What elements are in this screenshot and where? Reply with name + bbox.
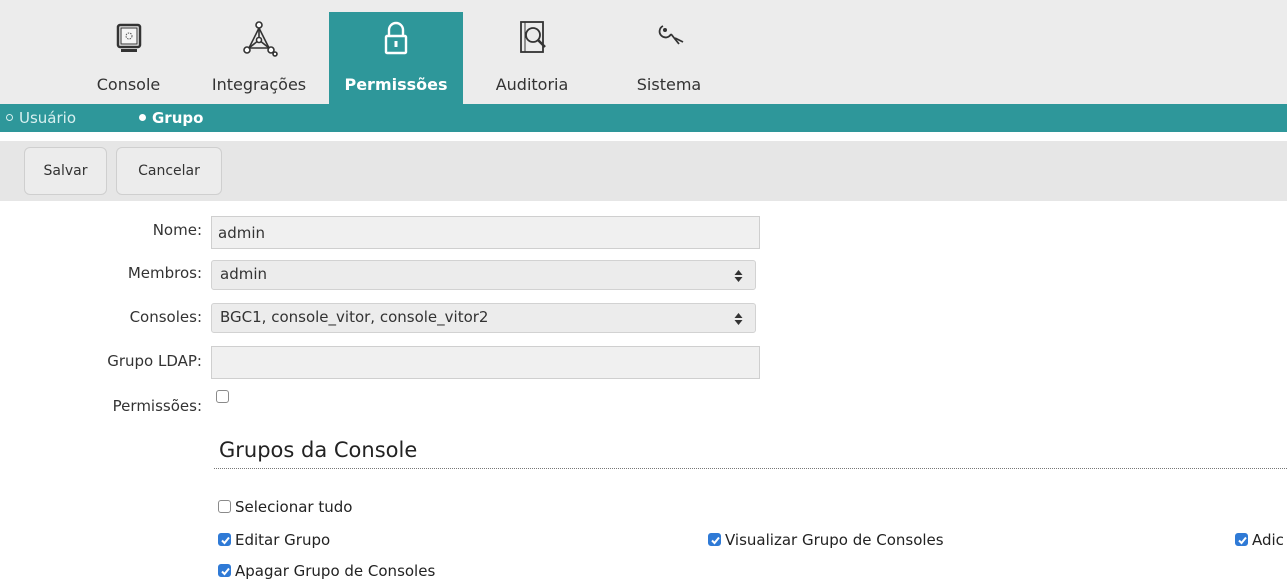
tab-sistema[interactable]: Sistema (617, 12, 721, 104)
perm-adicionar-label: Adic (1252, 531, 1284, 549)
main-tab-bar: Console Integrações Permissões Auditoria… (0, 0, 1287, 104)
nome-label: Nome: (152, 221, 202, 239)
consoles-label: Consoles: (129, 308, 202, 326)
sub-navigation: Usuário Grupo (0, 104, 1287, 132)
monitor-icon (116, 23, 141, 52)
perm-visualizar-grupo[interactable]: Visualizar Grupo de Consoles (708, 531, 944, 549)
wrench-icon (658, 25, 684, 45)
checkbox-checked-icon (1235, 533, 1248, 546)
checkbox-checked-icon (218, 564, 231, 577)
select-all-checkbox[interactable]: Selecionar tudo (218, 498, 352, 516)
checkbox-checked-icon (218, 533, 231, 546)
consoles-select[interactable]: BGC1, console_vitor, console_vitor2 (211, 303, 756, 333)
tab-auditoria-label: Auditoria (495, 75, 569, 94)
membros-label: Membros: (127, 264, 202, 282)
subnav-usuario-label: Usuário (19, 109, 77, 127)
radio-empty-icon (6, 114, 13, 121)
subnav-grupo-label: Grupo (152, 109, 204, 127)
subnav-grupo[interactable]: Grupo (139, 109, 203, 127)
permissoes-label: Permissões: (112, 397, 202, 415)
checkbox-checked-icon (708, 533, 721, 546)
action-toolbar: Salvar Cancelar (0, 141, 1287, 201)
tab-console-label: Console (96, 75, 161, 94)
tab-auditoria[interactable]: Auditoria (482, 12, 582, 104)
permissoes-checkbox[interactable] (216, 390, 229, 403)
grupo-ldap-label: Grupo LDAP: (107, 352, 202, 370)
radio-filled-icon (139, 114, 146, 121)
select-all-label: Selecionar tudo (235, 498, 353, 516)
cancel-button[interactable]: Cancelar (116, 147, 222, 195)
section-title: Grupos da Console (219, 438, 418, 462)
perm-apagar-grupo[interactable]: Apagar Grupo de Consoles (218, 562, 435, 580)
perm-editar-grupo[interactable]: Editar Grupo (218, 531, 330, 549)
subnav-usuario[interactable]: Usuário (6, 109, 76, 127)
membros-select-value: admin (220, 265, 267, 283)
select-arrows-icon (734, 313, 743, 325)
tab-console[interactable]: Console (80, 12, 177, 104)
tab-permissoes-label: Permissões (344, 75, 448, 94)
perm-apagar-grupo-label: Apagar Grupo de Consoles (235, 562, 436, 580)
consoles-select-value: BGC1, console_vitor, console_vitor2 (220, 308, 489, 326)
document-search-icon (520, 21, 546, 53)
section-divider (214, 468, 1287, 469)
network-icon (243, 21, 278, 57)
membros-select[interactable]: admin (211, 260, 756, 290)
grupo-ldap-input[interactable] (211, 346, 760, 379)
lock-icon (384, 21, 408, 55)
tab-integracoes[interactable]: Integrações (203, 12, 315, 104)
save-button[interactable]: Salvar (24, 147, 107, 195)
checkbox-unchecked-icon (218, 500, 231, 513)
tab-permissoes[interactable]: Permissões (329, 12, 463, 104)
select-arrows-icon (734, 270, 743, 282)
perm-editar-grupo-label: Editar Grupo (235, 531, 331, 549)
tab-sistema-label: Sistema (636, 75, 702, 94)
tab-integracoes-label: Integrações (211, 75, 307, 94)
perm-visualizar-grupo-label: Visualizar Grupo de Consoles (725, 531, 944, 549)
nome-input[interactable] (211, 216, 760, 249)
perm-adicionar[interactable]: Adic (1235, 531, 1284, 549)
